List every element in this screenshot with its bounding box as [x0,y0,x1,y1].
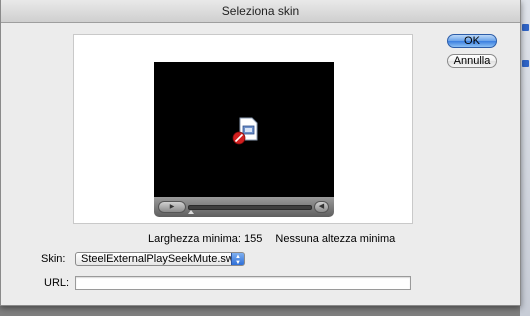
size-info: Larghezza minima: 155 Nessuna altezza mi… [148,233,395,245]
cancel-button[interactable]: Annulla [447,54,497,68]
url-label: URL: [44,277,70,289]
seek-bar [188,205,312,210]
seek-thumb-icon [188,210,194,214]
min-width-text: Larghezza minima: 155 [148,233,263,245]
skin-select[interactable]: SteelExternalPlaySeekMute.swf ▲ ▼ [75,252,245,266]
skin-control-bar: ▶ ◀ [154,197,334,217]
chevron-updown-icon: ▲ ▼ [231,253,244,265]
play-icon: ▶ [158,201,186,213]
background-window-mark [522,60,529,67]
url-input[interactable] [75,276,411,290]
skin-label: Skin: [41,253,66,265]
background-window-mark [522,24,529,31]
min-height-text: Nessuna altezza minima [275,233,396,245]
mute-icon: ◀ [314,201,329,213]
dialog-title: Seleziona skin [1,0,520,23]
video-preview [154,62,334,197]
skin-select-value: SteelExternalPlaySeekMute.swf [81,253,237,265]
background-window-edge [520,0,530,316]
skin-preview-panel: ▶ ◀ [73,34,413,224]
ok-button[interactable]: OK [447,34,497,48]
missing-plugin-icon [232,117,258,145]
select-skin-dialog: Seleziona skin ▶ ◀ Larghezza minima: 155… [0,0,521,306]
